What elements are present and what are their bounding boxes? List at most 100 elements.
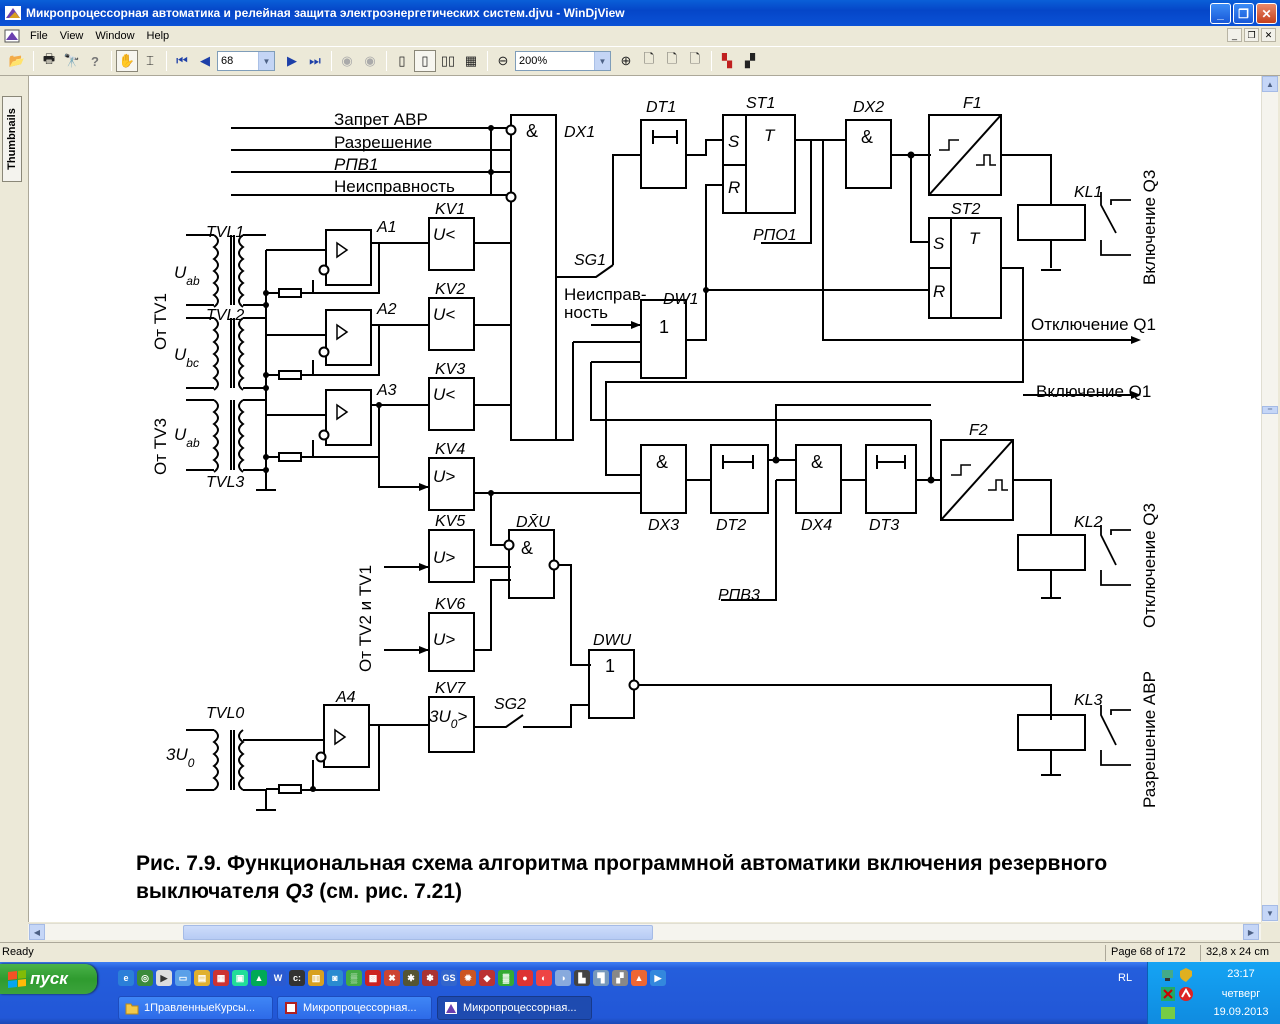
app-icon[interactable]: ▞: [612, 970, 628, 986]
desktop-icon[interactable]: ▭: [175, 970, 191, 986]
task-button-folder[interactable]: 1ПравленныеКурсы...: [118, 996, 273, 1020]
facing-pages-icon[interactable]: ▯▯: [437, 50, 459, 72]
ie-icon[interactable]: e: [118, 970, 134, 986]
clock-time[interactable]: 23:17: [1206, 968, 1276, 980]
app-icon[interactable]: ●: [517, 970, 533, 986]
app-icon[interactable]: ▓: [498, 970, 514, 986]
label-kv4: KV4: [435, 441, 465, 458]
app-icon[interactable]: ▥: [308, 970, 324, 986]
app-icon[interactable]: ▩: [365, 970, 381, 986]
zoom-out-icon[interactable]: ⊖: [492, 50, 514, 72]
doc-minimize-button[interactable]: _: [1227, 28, 1242, 42]
next-page-icon[interactable]: ▶: [281, 50, 303, 72]
media-icon[interactable]: ▶: [156, 970, 172, 986]
minimize-button[interactable]: _: [1210, 3, 1231, 24]
app-icon[interactable]: ▜: [593, 970, 609, 986]
find-icon[interactable]: 🔭: [61, 50, 83, 72]
film-icon[interactable]: ▦: [213, 970, 229, 986]
continuous-facing-icon[interactable]: ▦: [460, 50, 482, 72]
scroll-up-icon[interactable]: ▲: [1262, 76, 1278, 92]
title-bar: Микропроцессорная автоматика и релейная …: [0, 0, 1280, 26]
scroll-down-icon[interactable]: ▼: [1262, 905, 1278, 921]
display-mode-icon[interactable]: ▚: [716, 50, 738, 72]
document-icon[interactable]: [4, 29, 20, 43]
document-view[interactable]: Запрет АВР Разрешение РПВ1 Неисправность…: [28, 76, 1261, 922]
shield-icon[interactable]: [1178, 967, 1194, 983]
st1-s-symbol: S: [728, 132, 740, 151]
app-icon[interactable]: ▲: [251, 970, 267, 986]
kv6-symbol: U>: [433, 630, 455, 649]
forward-icon[interactable]: ◉: [359, 50, 381, 72]
close-button[interactable]: ✕: [1256, 3, 1277, 24]
app-icon[interactable]: ◎: [137, 970, 153, 986]
security-alert-icon[interactable]: [1160, 986, 1176, 1002]
actual-size-icon[interactable]: 🗋: [684, 50, 706, 72]
label-dw1: DW1: [663, 291, 699, 308]
open-icon[interactable]: 📂: [6, 50, 28, 72]
app-icon[interactable]: ✽: [422, 970, 438, 986]
word-icon[interactable]: W: [270, 970, 286, 986]
cmd-icon[interactable]: c:: [289, 970, 305, 986]
vertical-scrollbar[interactable]: ▲ ═ ▼: [1261, 76, 1278, 922]
zoom-in-icon[interactable]: ⊕: [615, 50, 637, 72]
doc-restore-button[interactable]: ❐: [1244, 28, 1259, 42]
app-icon[interactable]: ✹: [460, 970, 476, 986]
scroll-thumb[interactable]: ═: [1262, 406, 1278, 414]
network-icon[interactable]: [1160, 967, 1176, 983]
continuous-layout-icon[interactable]: ▯: [414, 50, 436, 72]
horizontal-scroll-thumb[interactable]: [183, 925, 653, 940]
antivirus-icon[interactable]: [1178, 986, 1194, 1002]
app-icon[interactable]: ▙: [574, 970, 590, 986]
app-icon[interactable]: ▶: [650, 970, 666, 986]
menu-help[interactable]: Help: [141, 30, 176, 42]
print-icon[interactable]: 🖶: [38, 50, 60, 72]
task-button-windjview[interactable]: Микропроцессорная...: [437, 996, 592, 1020]
chevron-down-icon[interactable]: ▼: [258, 52, 274, 70]
menu-file[interactable]: File: [24, 30, 54, 42]
app-icon[interactable]: ▣: [232, 970, 248, 986]
app-icon[interactable]: ✱: [403, 970, 419, 986]
task-label: Микропроцессорная...: [463, 1002, 577, 1014]
sync-icon[interactable]: [1160, 1005, 1176, 1021]
doc-close-button[interactable]: ✕: [1261, 28, 1276, 42]
thumbnails-tab[interactable]: Thumbnails: [2, 96, 22, 182]
hand-tool-icon[interactable]: ✋: [116, 50, 138, 72]
last-page-icon[interactable]: ⏭: [304, 50, 326, 72]
label-a3: A3: [376, 382, 397, 399]
app-icon[interactable]: GS: [441, 970, 457, 986]
menu-view[interactable]: View: [54, 30, 90, 42]
app-icon[interactable]: ◙: [327, 970, 343, 986]
fit-page-icon[interactable]: 🗋: [638, 50, 660, 72]
dx3-and-symbol: &: [656, 452, 668, 472]
zoom-combo[interactable]: 200% ▼: [515, 51, 611, 71]
start-button[interactable]: пуск: [0, 964, 97, 994]
app-icon[interactable]: ▒: [346, 970, 362, 986]
rotate-icon[interactable]: ▞: [739, 50, 761, 72]
single-page-icon[interactable]: ▯: [391, 50, 413, 72]
page-number-combo[interactable]: 68 ▼: [217, 51, 275, 71]
horizontal-scrollbar[interactable]: ◀ ▶: [28, 923, 1261, 940]
windjview-app-icon[interactable]: [4, 4, 22, 22]
select-tool-icon[interactable]: ⌶: [139, 50, 161, 72]
chevron-down-icon[interactable]: ▼: [594, 52, 610, 70]
page-number-value: 68: [221, 55, 234, 67]
fit-width-icon[interactable]: 🗋: [661, 50, 683, 72]
label-neispr-2: ность: [564, 303, 608, 322]
language-indicator[interactable]: RL: [1118, 972, 1132, 984]
app-icon[interactable]: ✖: [384, 970, 400, 986]
scroll-right-icon[interactable]: ▶: [1243, 924, 1259, 940]
scroll-left-icon[interactable]: ◀: [29, 924, 45, 940]
help-icon[interactable]: ?: [84, 50, 106, 72]
first-page-icon[interactable]: ⏮: [171, 50, 193, 72]
app-icon[interactable]: ◐: [536, 970, 552, 986]
app-icon[interactable]: ▲: [631, 970, 647, 986]
maximize-button[interactable]: ❐: [1233, 3, 1254, 24]
back-icon[interactable]: ◉: [336, 50, 358, 72]
menu-window[interactable]: Window: [89, 30, 140, 42]
app-icon[interactable]: ◑: [555, 970, 571, 986]
label-f2: F2: [969, 422, 988, 439]
archive-icon[interactable]: ▤: [194, 970, 210, 986]
previous-page-icon[interactable]: ◀: [194, 50, 216, 72]
app-icon[interactable]: ◆: [479, 970, 495, 986]
task-button-doc-1[interactable]: Микропроцессорная...: [277, 996, 432, 1020]
